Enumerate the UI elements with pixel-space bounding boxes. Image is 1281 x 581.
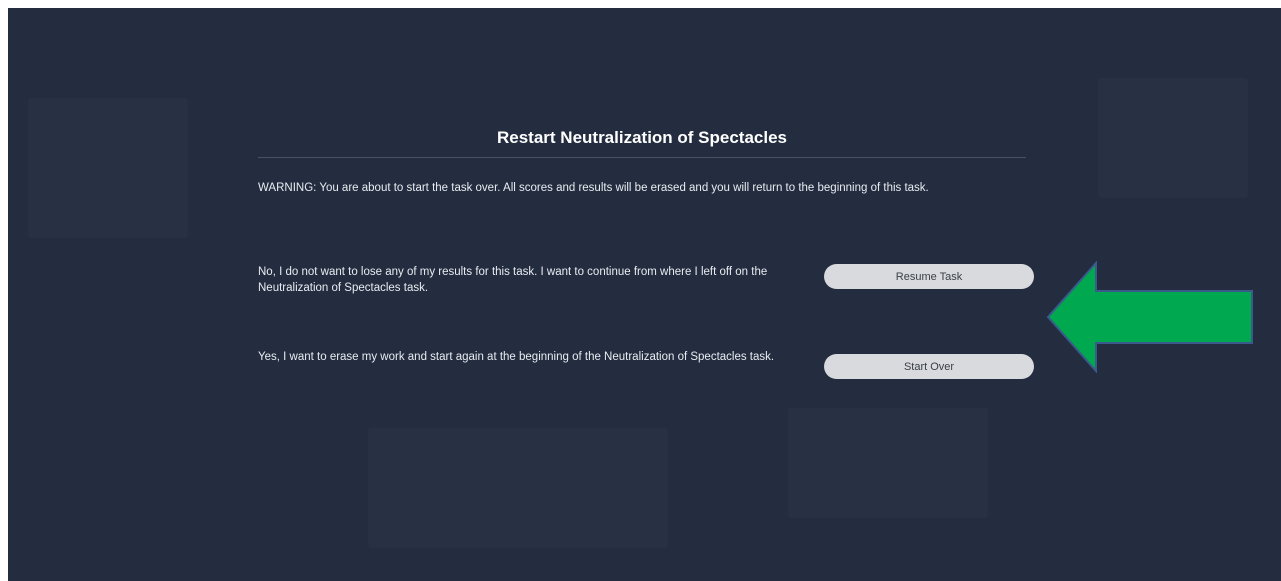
start-over-description: Yes, I want to erase my work and start a… [258, 351, 775, 363]
warning-text: WARNING: You are about to start the task… [258, 182, 929, 194]
start-over-button[interactable]: Start Over [824, 354, 1034, 379]
resume-task-button[interactable]: Resume Task [824, 264, 1034, 289]
background-panel [788, 408, 988, 518]
app-screen: Restart Neutralization of Spectacles WAR… [8, 8, 1281, 581]
arrow-shape [1046, 261, 1253, 373]
restart-dialog: Restart Neutralization of Spectacles WAR… [250, 118, 1034, 379]
background-panel [1098, 78, 1248, 198]
dialog-title: Restart Neutralization of Spectacles [258, 118, 1026, 158]
background-panel [28, 98, 188, 238]
background-panel [368, 428, 668, 548]
arrow-left-icon [1046, 261, 1253, 373]
resume-description: No, I do not want to lose any of my resu… [258, 266, 768, 294]
